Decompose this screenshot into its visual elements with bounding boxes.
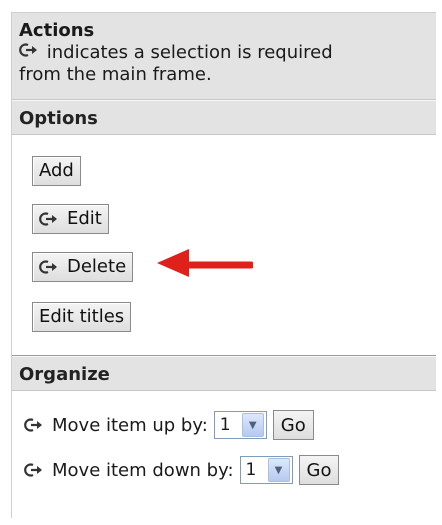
selection-required-icon (39, 259, 61, 275)
chevron-down-icon[interactable]: ▼ (267, 458, 290, 482)
selection-required-icon (24, 462, 46, 478)
move-up-go-button[interactable]: Go (272, 410, 314, 440)
description-line-1: indicates a selection is required (46, 42, 333, 63)
annotation-arrow-icon (157, 249, 253, 277)
edit-titles-button[interactable]: Edit titles (32, 302, 132, 332)
move-down-value: 1 (245, 460, 257, 480)
chevron-down-icon[interactable]: ▼ (241, 413, 264, 437)
delete-button-label: Delete (67, 256, 127, 277)
edit-button-label: Edit (67, 208, 102, 229)
move-up-value: 1 (219, 415, 231, 435)
edit-titles-button-label: Edit titles (39, 306, 125, 327)
move-down-select[interactable]: 1 ▼ (239, 456, 293, 484)
move-down-row: Move item down by: 1 ▼ Go (24, 455, 340, 485)
selection-required-icon (39, 211, 61, 227)
edit-button[interactable]: Edit (32, 204, 109, 234)
organize-section: Move item up by: 1 ▼ Go Move item down b… (12, 391, 436, 511)
move-down-go-button[interactable]: Go (298, 455, 340, 485)
move-up-row: Move item up by: 1 ▼ Go (24, 410, 314, 440)
panel-title: Actions (19, 20, 95, 41)
panel-description: indicates a selection is required from t… (19, 42, 428, 86)
selection-required-icon (24, 417, 46, 433)
selection-required-icon (19, 42, 41, 58)
description-line-2: from the main frame. (19, 64, 212, 85)
delete-button[interactable]: Delete (32, 252, 134, 282)
add-button[interactable]: Add (32, 156, 81, 186)
move-up-select[interactable]: 1 ▼ (213, 411, 267, 439)
move-up-label: Move item up by: (52, 414, 208, 436)
go-button-label: Go (280, 414, 306, 436)
organize-heading: Organize (12, 356, 436, 391)
options-heading: Options (12, 100, 436, 135)
go-button-label: Go (306, 459, 332, 481)
add-button-label: Add (39, 160, 74, 181)
actions-header: Actions indicates a selection is require… (12, 13, 436, 100)
move-down-label: Move item down by: (52, 459, 234, 481)
